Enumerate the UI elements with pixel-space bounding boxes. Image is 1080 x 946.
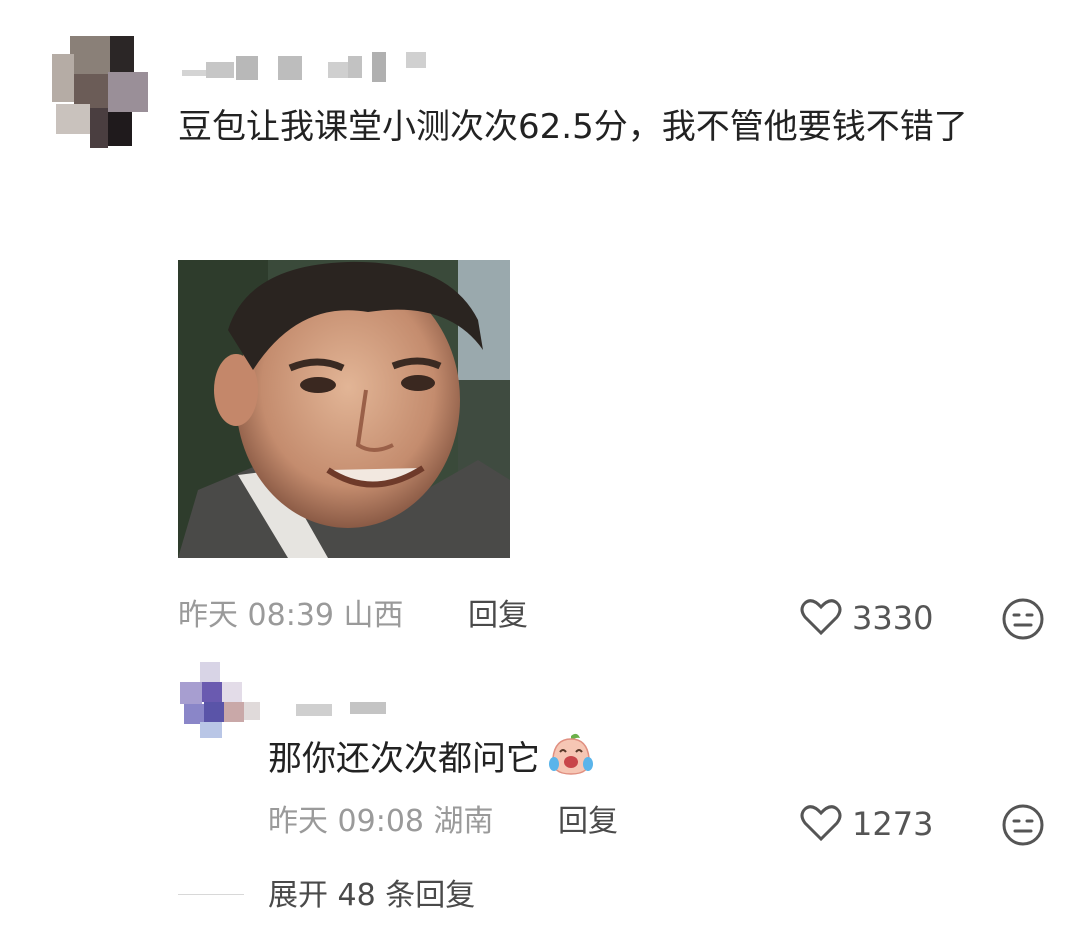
reply-location: 湖南 bbox=[433, 804, 494, 839]
reply-username-blurred[interactable] bbox=[296, 700, 396, 720]
reply-avatar[interactable] bbox=[180, 662, 264, 740]
heart-outline-icon bbox=[800, 805, 842, 842]
reply-time: 昨天 09:08 bbox=[268, 804, 424, 839]
reply-text: 那你还次次都问它 bbox=[268, 739, 540, 779]
comment-time: 昨天 08:39 bbox=[178, 598, 334, 633]
crying-laughing-emoji bbox=[549, 733, 594, 775]
comment-like-count: 3330 bbox=[852, 599, 934, 637]
comment-avatar[interactable] bbox=[44, 34, 150, 150]
comment-username-blurred[interactable] bbox=[180, 52, 450, 82]
comment-reply-button[interactable]: 回复 bbox=[468, 596, 528, 636]
reply-meta: 昨天 09:08 湖南 bbox=[268, 802, 494, 842]
comment-meta: 昨天 08:39 山西 bbox=[178, 596, 404, 636]
reply-reply-button[interactable]: 回复 bbox=[558, 802, 618, 842]
comment-location: 山西 bbox=[343, 598, 404, 633]
meme-photo bbox=[178, 260, 510, 558]
expand-replies-button[interactable]: 展开 48 条回复 bbox=[268, 876, 475, 916]
heart-outline-icon bbox=[800, 599, 842, 636]
reply-text-row: 那你还次次都问它 bbox=[268, 732, 595, 786]
comment-dislike-button[interactable] bbox=[1000, 596, 1046, 642]
neutral-face-icon bbox=[1002, 598, 1044, 640]
comment-text: 豆包让我课堂小测次次62.5分，我不管他要钱不错了 bbox=[178, 107, 968, 147]
reply-dislike-button[interactable] bbox=[1000, 802, 1046, 848]
neutral-face-icon bbox=[1002, 804, 1044, 846]
expand-divider bbox=[178, 894, 244, 895]
comment-image[interactable] bbox=[178, 260, 510, 558]
reply-like-count: 1273 bbox=[852, 805, 934, 843]
